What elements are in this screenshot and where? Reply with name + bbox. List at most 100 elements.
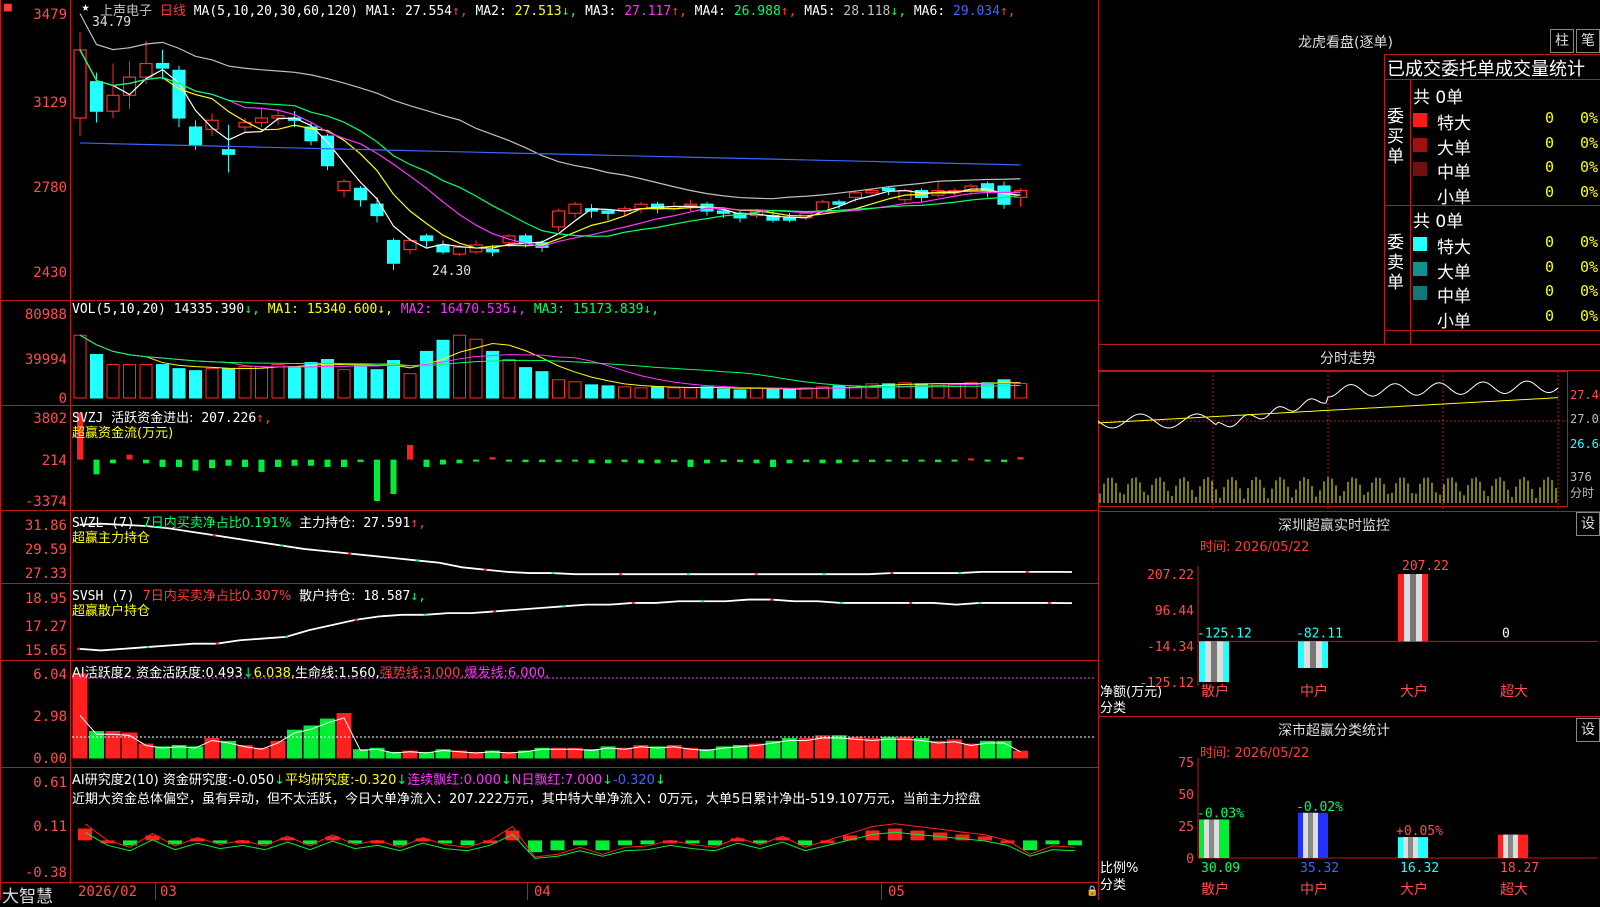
svsh-tick-0: 18.95 — [24, 591, 67, 607]
ai1-part-3: 6.038, — [253, 666, 296, 681]
svzl-dot — [415, 559, 419, 562]
vol-bar — [420, 350, 433, 399]
classify-change-2: +0.05% — [1396, 824, 1443, 839]
ai1-part-8: 爆发线: — [464, 666, 508, 681]
classify-bar-core — [1308, 812, 1313, 858]
svsh-dot — [285, 635, 289, 638]
ma-line-1 — [79, 49, 1021, 249]
buy-total: 共 0单 — [1413, 88, 1464, 108]
ai1-bar — [848, 736, 863, 759]
monitor-settings-button[interactable]: 设 — [1576, 512, 1600, 536]
vol-bar — [205, 368, 219, 399]
candle — [683, 203, 698, 207]
ai2-name: AI研究度2(10) — [72, 773, 159, 788]
ai2-part-7: 0.000 — [463, 773, 501, 788]
vol-tick-0: 80988 — [24, 307, 67, 323]
svsh-dot — [1047, 601, 1051, 604]
vol-bar — [733, 389, 747, 399]
vol-bar — [981, 382, 994, 399]
sell-row-name-0: 特大 — [1437, 238, 1471, 258]
vol-bar — [238, 366, 252, 399]
ai2-part-6: 连续飘红: — [407, 773, 464, 788]
svzl-dot — [280, 544, 284, 547]
buy-swatch-0 — [1413, 113, 1427, 127]
ai2-tick-1: 0.11 — [33, 819, 67, 835]
svsh-tick-2: 15.65 — [24, 643, 67, 659]
svzl-tick-1: 29.59 — [24, 542, 67, 558]
svzj-bar — [671, 459, 677, 463]
ma-label-6: MA6: — [913, 4, 953, 19]
ai2-part-1: -0.050 — [232, 773, 275, 788]
sell-row-count-3: 0 — [1545, 306, 1555, 325]
sell-swatch-1 — [1413, 261, 1427, 276]
ai1-part-2: ↓ — [242, 666, 254, 681]
vol-bar — [519, 367, 532, 399]
sell-row-name-1: 大单 — [1437, 262, 1471, 283]
main-tick-0: 3479 — [33, 7, 67, 23]
vol-bar — [700, 386, 714, 399]
svzj-bar — [126, 454, 133, 460]
ma-value-1: 27.554 — [405, 4, 452, 19]
svsh-dot — [909, 601, 913, 604]
svzj-bar — [407, 444, 413, 460]
candle — [832, 201, 846, 205]
ai2-bar — [550, 840, 565, 851]
candle — [865, 189, 879, 194]
column-view-button[interactable]: 柱 — [1550, 29, 1574, 53]
ai2-bar — [640, 840, 655, 845]
classify-settings-button[interactable]: 设 — [1576, 718, 1600, 742]
intraday-frame — [1098, 371, 1568, 507]
classify-change-1: -0.02% — [1296, 800, 1343, 815]
intraday-chart[interactable]: 27.40 27.02 26.64 376 分时 — [1098, 371, 1600, 511]
sell-swatch-2 — [1413, 286, 1427, 300]
svzl-tick-2: 27.33 — [24, 566, 67, 582]
ai1-bar — [155, 746, 170, 759]
monitor-bar-core — [1310, 641, 1316, 669]
svzj-bar — [720, 459, 727, 463]
candle — [254, 117, 269, 124]
ma-label-5: MA5: — [804, 4, 844, 19]
buy-row-name-1: 大单 — [1437, 138, 1471, 159]
chart-canvas[interactable]: 34.7924.30 — [0, 0, 1098, 900]
svzl-dot — [822, 573, 826, 576]
monitor-cat-3: 超大 — [1500, 684, 1528, 700]
candle — [353, 187, 368, 201]
vol-bar — [73, 334, 87, 399]
candle — [485, 248, 500, 253]
svzj-bar — [324, 459, 331, 467]
vol-ma-value-1: 15340.600↓, — [306, 302, 401, 317]
svzj-bar — [885, 459, 892, 462]
ai2-bar — [505, 830, 520, 841]
buy-swatch-2 — [1413, 162, 1427, 176]
monitor-title: 深圳超赢实时监控 — [1278, 518, 1390, 534]
svzl-dot — [619, 573, 623, 576]
ai1-bar — [864, 738, 880, 759]
vol-bar — [684, 387, 697, 399]
vol-bar — [486, 350, 499, 399]
classify-value-0: 30.09 — [1201, 861, 1240, 876]
buy-row-pct-1: 0% — [1580, 133, 1599, 152]
tick-view-button[interactable]: 笔 — [1576, 29, 1600, 53]
ai1-bar — [89, 731, 104, 759]
ai2-bar — [910, 830, 925, 841]
classify-value-1: 35.32 — [1300, 861, 1339, 876]
sell-row-count-1: 0 — [1545, 257, 1555, 276]
ma-arrow-3: ↑, — [671, 4, 695, 19]
candle — [815, 201, 830, 212]
ma-label-1: MA1: — [365, 4, 406, 19]
vol-bar — [189, 370, 202, 399]
vol-bar — [90, 353, 103, 399]
x-tick-0 — [155, 882, 156, 900]
vol-bar — [370, 369, 384, 399]
svzj-bar — [489, 457, 496, 460]
period-label[interactable]: 日线 — [160, 4, 186, 19]
svzj-bar — [786, 459, 793, 464]
ai1-bar — [650, 746, 665, 759]
vol-bar — [453, 334, 466, 399]
intraday-tick-0: 27.40 — [1570, 388, 1600, 402]
ma-arrow-5: ↓, — [890, 4, 914, 19]
vol-bar — [964, 382, 978, 399]
lock-icon[interactable]: 🔒 — [1086, 886, 1098, 897]
svzj-bar — [918, 459, 925, 462]
star-icon[interactable]: ★ — [82, 0, 90, 15]
